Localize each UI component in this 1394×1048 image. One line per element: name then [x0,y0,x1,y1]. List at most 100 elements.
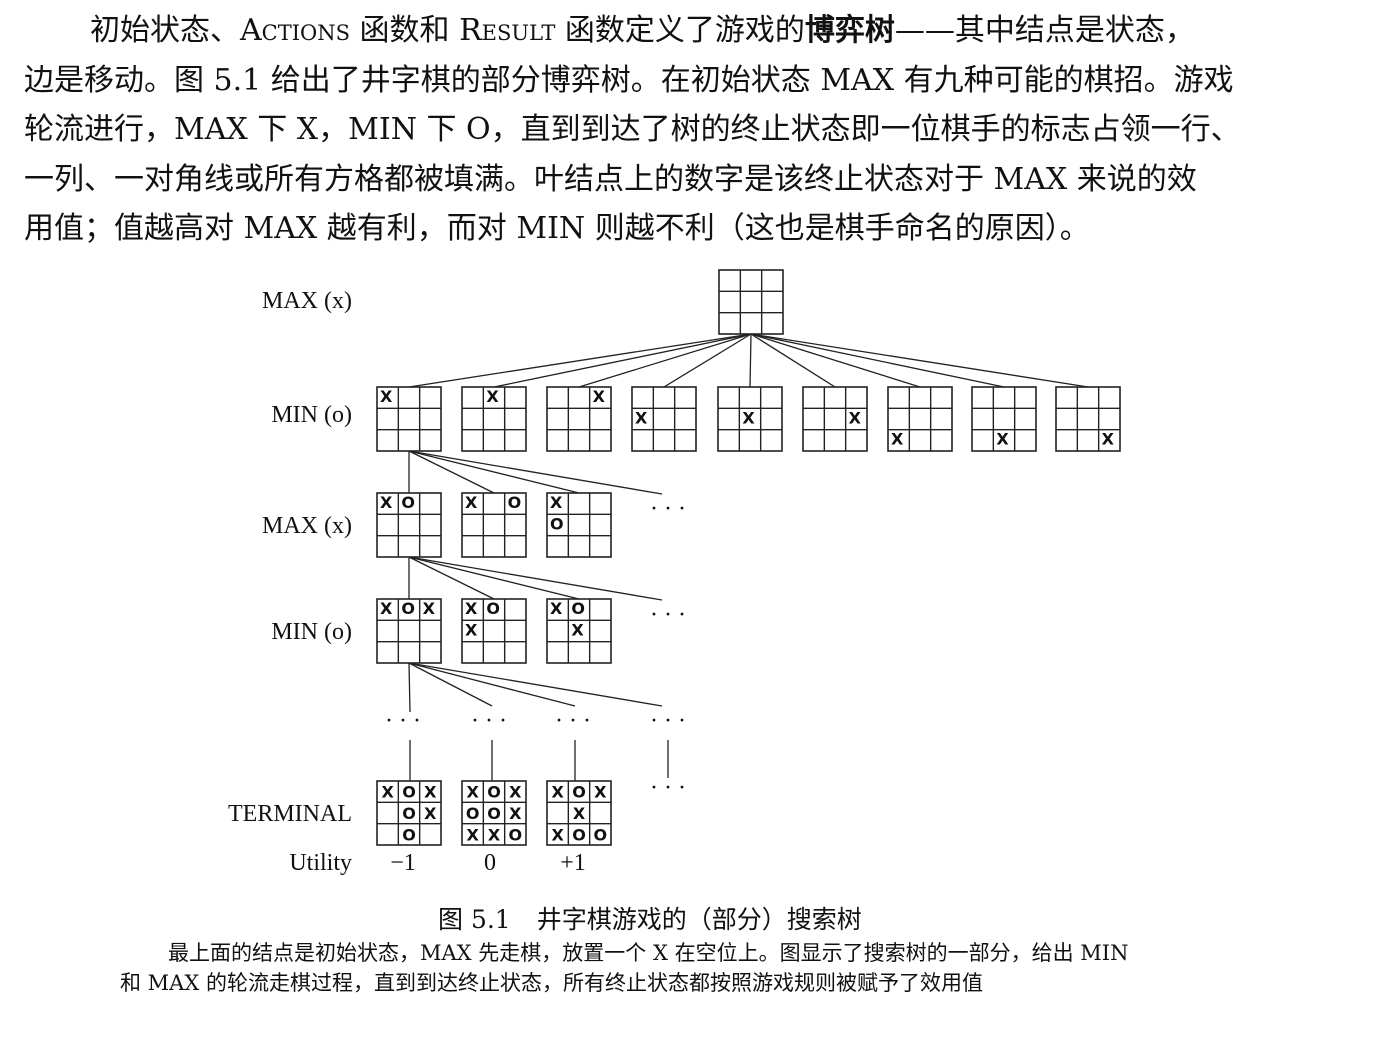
ellipsis: · · · [650,496,686,522]
x-mark: X [551,783,564,802]
x-mark: X [594,783,607,802]
result-term: Result [459,13,556,48]
x-mark: X [891,430,904,449]
utility-values: −1 0 +1 [390,850,586,876]
ellipsis: · · · [650,708,686,734]
x-mark: X [635,408,648,427]
tree-edge [750,333,921,388]
figure-caption-body: 最上面的结点是初始状态，MAX 先走棋，放置一个 X 在空位上。图显示了搜索树的… [120,938,1270,998]
caption-line-2: 和 MAX 的轮流走棋过程，直到到达终止状态，所有终止状态都按照游戏规则被赋予了… [120,971,983,995]
x-mark: X [424,783,437,802]
tree-edge [578,333,752,388]
paragraph-line-3: 轮流进行，MAX 下 X，MIN 下 O，直到到达了树的终止状态即一位棋手的标志… [24,112,1241,147]
body-paragraph: 初始状态、Actions 函数和 Result 函数定义了游戏的博弈树——其中结… [24,6,1344,254]
board-max-level: XO [546,492,612,558]
x-mark: X [550,599,563,618]
board-max-level: XO [461,492,527,558]
o-mark: O [402,783,416,802]
tree-edge [408,333,752,388]
board-frame [718,269,784,335]
tree-edge [408,662,411,713]
board-terminal: X O XO O XX X O [461,780,527,846]
x-mark: X [486,387,499,406]
board-max-level: XO [376,492,442,558]
x-mark: X [550,493,563,512]
x-mark: X [488,825,501,844]
o-mark: O [594,825,608,844]
x-mark: X [571,620,584,639]
o-mark: O [402,804,416,823]
level-label-max-2: MAX (x) [262,513,352,539]
board-min-level: X [887,386,953,452]
caption-line-1: 最上面的结点是初始状态，MAX 先走棋，放置一个 X 在空位上。图显示了搜索树的… [168,941,1129,965]
tree-edge [408,450,663,495]
figure-number: 图 5.1 [438,905,511,934]
x-mark: X [466,825,479,844]
o-mark: O [572,783,586,802]
game-tree-term: 博弈树 [804,13,895,48]
o-mark: O [487,783,501,802]
x-mark: X [573,804,586,823]
paragraph-line-1: 初始状态、Actions 函数和 Result 函数定义了游戏的博弈树——其中结… [90,13,1195,48]
figure-caption-title: 图 5.1 井字棋游戏的（部分）搜索树 [438,900,862,936]
tree-edge [408,556,495,600]
ellipsis: · · · [385,708,421,734]
actions-term: Actions [240,13,351,48]
tree-edge [749,333,752,388]
board-min-level: X [717,386,783,452]
board-min2-level: XOX [461,598,527,664]
tree-edge [750,333,836,388]
o-mark: O [466,804,480,823]
level-label-terminal: TERMINAL [228,801,352,827]
x-mark: X [381,783,394,802]
level-label-min-2: MIN (o) [271,619,352,645]
o-mark: O [509,825,523,844]
x-mark: X [509,804,522,823]
figure-title: 井字棋游戏的（部分）搜索树 [536,905,862,934]
board-min-level: X [546,386,612,452]
x-mark: X [465,493,478,512]
paragraph-line-2: 边是移动。图 5.1 给出了井字棋的部分博弈树。在初始状态 MAX 有九种可能的… [24,62,1234,98]
o-mark: O [572,825,586,844]
utility-value: +1 [560,850,586,876]
board-min2-level: XOX [546,598,612,664]
board-terminal: X O XXX O O [546,780,612,846]
paragraph-line-5: 用值；值越高对 MAX 越有利，而对 MIN 则越不利（这也是棋手命名的原因）。 [24,211,1090,246]
paragraph-line-4: 一列、一对角线或所有方格都被填满。叶结点上的数字是该终止状态对于 MAX 来说的… [24,161,1197,197]
x-mark: X [465,620,478,639]
o-mark: O [487,804,501,823]
x-mark: X [424,804,437,823]
level-label-min-1: MIN (o) [271,402,352,428]
tree-edge [750,333,1005,388]
utility-value: −1 [390,850,416,876]
tree-edge [408,450,580,494]
x-mark: X [509,783,522,802]
o-mark: O [508,493,522,512]
level-labels: MAX (x) MIN (o) MAX (x) MIN (o) TERMINAL… [228,288,352,876]
board-min-level: X [971,386,1037,452]
game-tree-figure: X X XX X XX X XX O X O XOX O X X OXX OXX O XO XOX O XO O XX X OX… [228,269,1121,876]
x-mark: X [380,493,393,512]
tree-boards: X X XX X XX X XX O X O XOX O X X OXX OXX O XO XOX O XO O XX X OX… [376,269,1121,846]
tree-edge [408,556,663,601]
o-mark: O [550,514,564,533]
tree-edge [408,662,576,707]
tree-edge [408,556,580,600]
ellipsis: · · · [471,708,507,734]
o-mark: O [402,825,416,844]
x-mark: X [551,825,564,844]
o-mark: O [571,599,585,618]
x-mark: X [466,783,479,802]
board-min-level: X [802,386,868,452]
o-mark: O [401,493,415,512]
board-min-level: X [461,386,527,452]
tree-edge [408,662,663,707]
ellipsis: · · · [650,775,686,801]
x-mark: X [849,408,862,427]
x-mark: X [996,430,1009,449]
ellipsis: · · · [555,708,591,734]
x-mark: X [593,387,606,406]
tree-edge [750,333,1089,388]
x-mark: X [1102,430,1115,449]
o-mark: O [401,599,415,618]
